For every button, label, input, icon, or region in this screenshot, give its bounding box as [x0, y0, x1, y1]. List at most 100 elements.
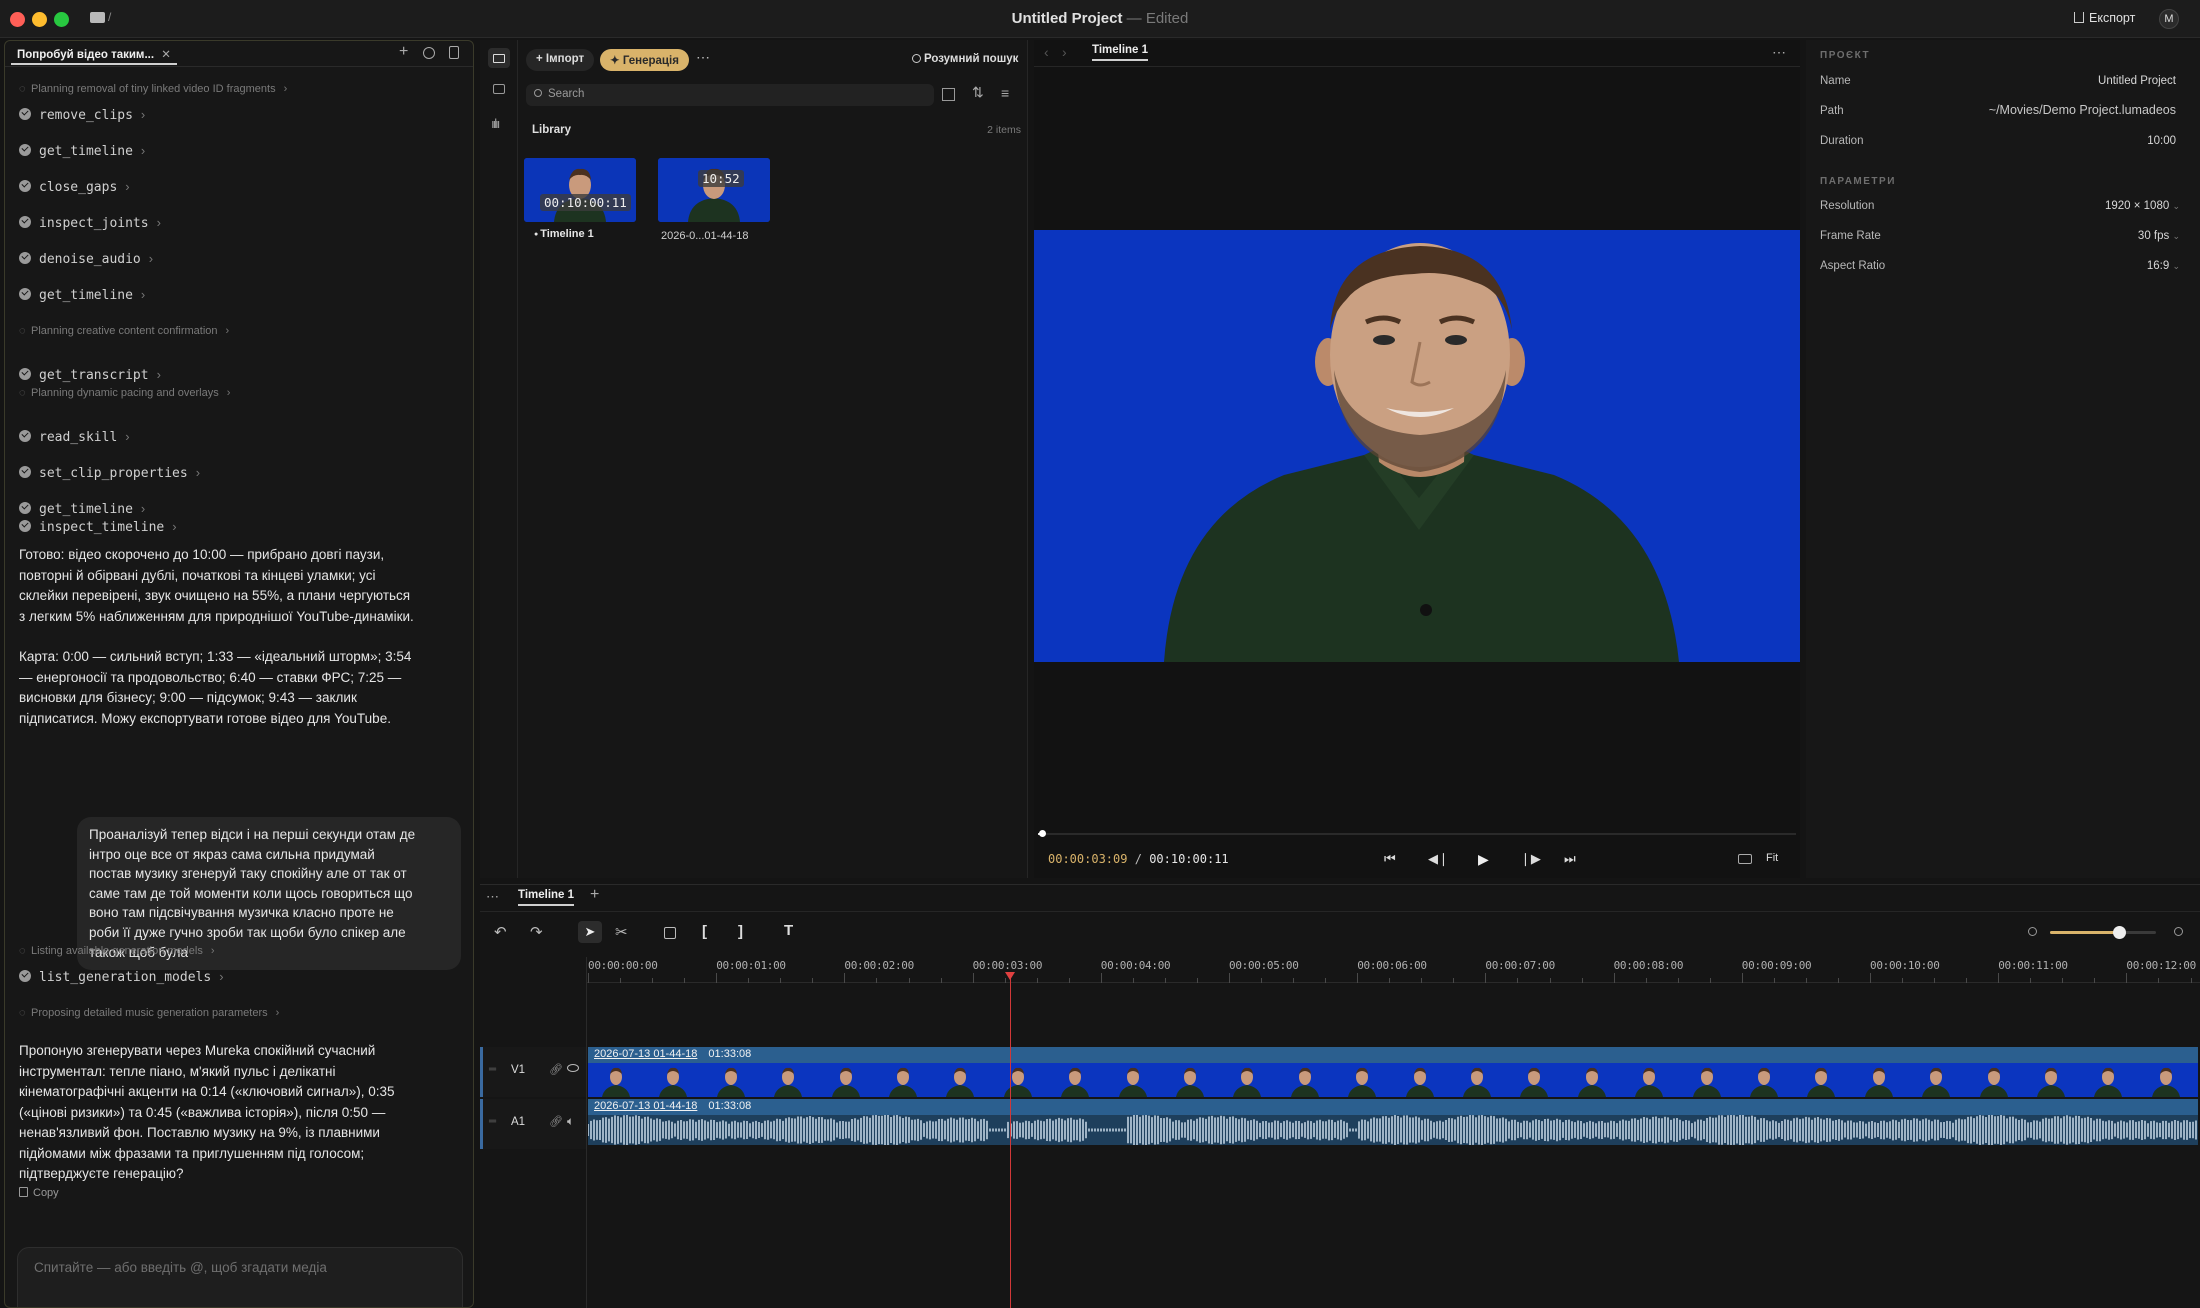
grid-view-icon[interactable]: [942, 88, 955, 101]
aspect-select[interactable]: 16:9 ⌄: [2147, 260, 2180, 272]
step-forward-icon[interactable]: ❘▶: [1520, 851, 1541, 867]
preview-scrubber[interactable]: [1038, 830, 1796, 837]
snapshot-icon[interactable]: [1738, 854, 1752, 864]
mark-out-icon[interactable]: ]: [738, 923, 743, 940]
thinking-step[interactable]: ◌ Planning dynamic pacing and overlays ›: [19, 387, 230, 399]
thinking-step[interactable]: ◌ Listing available generation models ›: [19, 945, 215, 957]
composer-input[interactable]: Спитайте — або введіть @, щоб згадати ме…: [34, 1260, 327, 1275]
video-clip-filmstrip[interactable]: [588, 1063, 2198, 1097]
chevron-right-icon: ›: [172, 519, 177, 534]
audio-waveform[interactable]: [588, 1115, 2198, 1145]
drag-handle-icon[interactable]: ═: [489, 1116, 496, 1127]
play-icon[interactable]: ▶: [1478, 851, 1489, 868]
zoom-in-icon[interactable]: [2174, 927, 2183, 936]
tool-call-step[interactable]: list_generation_models ›: [19, 969, 224, 985]
blade-tool-icon[interactable]: ✂: [615, 923, 628, 941]
check-icon: [19, 108, 31, 120]
history-icon[interactable]: [423, 47, 435, 59]
tool-call-step[interactable]: get_transcript ›: [19, 367, 161, 383]
filmstrip-frame: [1276, 1063, 1334, 1097]
add-timeline-icon[interactable]: +: [590, 886, 599, 904]
media-duration: 00:10:00:11: [540, 194, 631, 211]
preview-more-icon[interactable]: ⋯: [1772, 44, 1786, 61]
filter-icon[interactable]: ≡: [1001, 85, 1009, 101]
audio-wave-icon[interactable]: ıılıı: [491, 116, 500, 131]
fit-button[interactable]: Fit: [1766, 852, 1778, 864]
aspect-key: Aspect Ratio: [1820, 260, 1886, 272]
step-back-icon[interactable]: ◀❘: [1428, 851, 1449, 867]
preview-tab[interactable]: Timeline 1: [1092, 44, 1149, 61]
drag-handle-icon[interactable]: ═: [489, 1064, 496, 1075]
thinking-step[interactable]: ◌ Proposing detailed music generation par…: [19, 1007, 279, 1019]
ruler-tick: [1837, 978, 1839, 983]
tool-call-step[interactable]: get_timeline ›: [19, 287, 145, 303]
export-button[interactable]: Експорт: [2074, 11, 2135, 25]
redo-icon[interactable]: ↷: [530, 923, 543, 941]
avatar[interactable]: M: [2159, 9, 2179, 29]
tool-call-step[interactable]: remove_clips ›: [19, 107, 145, 123]
zoom-knob[interactable]: [2112, 926, 2126, 939]
sort-icon[interactable]: ⇅: [972, 84, 984, 101]
brain-icon: ◌: [19, 1007, 26, 1019]
video-clip-header[interactable]: 2026-07-13 01-44-18 01:33:08: [588, 1047, 2198, 1063]
media-item-timeline[interactable]: 00:10:00:11: [524, 158, 636, 222]
zoom-slider[interactable]: [2050, 926, 2156, 939]
link-icon[interactable]: 🔗︎: [549, 1115, 563, 1128]
message-line: підтверджуєте генерацію?: [19, 1166, 184, 1181]
thinking-step[interactable]: ◌ Planning removal of tiny linked video I…: [19, 83, 287, 95]
copy-button[interactable]: Copy: [19, 1187, 59, 1199]
audio-clip-header[interactable]: 2026-07-13 01-44-18 01:33:08: [588, 1099, 2198, 1115]
timeline-tab[interactable]: Timeline 1: [518, 889, 575, 906]
comment-icon[interactable]: [493, 84, 505, 94]
video-preview[interactable]: [1034, 230, 1800, 662]
select-tool-icon[interactable]: ➤: [578, 921, 602, 943]
window-title: Untitled Project — Edited: [1011, 10, 1189, 27]
smart-search-label: Розумний пошук: [924, 53, 1019, 65]
playhead[interactable]: [1010, 972, 1011, 1308]
notes-icon[interactable]: [449, 46, 459, 59]
new-chat-icon[interactable]: +: [399, 43, 408, 61]
tool-call-step[interactable]: set_clip_properties ›: [19, 465, 200, 481]
tool-call-step[interactable]: get_timeline ›: [19, 501, 145, 517]
text-tool-icon[interactable]: T: [784, 922, 793, 939]
chat-tab[interactable]: Попробуй відео таким... ✕: [11, 45, 177, 65]
chat-composer[interactable]: Спитайте — або введіть @, щоб згадати ме…: [17, 1247, 463, 1307]
scrubber-knob[interactable]: [1038, 830, 1046, 837]
filmstrip-frame: [875, 1063, 932, 1097]
nav-forward-icon[interactable]: ›: [1062, 44, 1067, 60]
resolution-select[interactable]: 1920 × 1080 ⌄: [2105, 200, 2180, 212]
nav-back-icon[interactable]: ‹: [1044, 44, 1049, 60]
generate-button[interactable]: ✦ Генерація: [600, 49, 689, 71]
split-icon[interactable]: [664, 927, 676, 939]
timeline-more-icon[interactable]: ⋯: [486, 889, 499, 905]
playhead-handle[interactable]: [1005, 972, 1015, 980]
undo-icon[interactable]: ↶: [494, 923, 507, 941]
tool-call-step[interactable]: close_gaps ›: [19, 179, 130, 195]
brain-icon: ◌: [19, 325, 26, 337]
tool-call-step[interactable]: read_skill ›: [19, 429, 130, 445]
skip-to-start-icon[interactable]: ⏮: [1384, 851, 1396, 867]
skip-to-end-icon[interactable]: ⏭: [1564, 851, 1576, 867]
smart-search-button[interactable]: Розумний пошук: [912, 53, 1018, 65]
tool-call-step[interactable]: inspect_joints ›: [19, 215, 161, 231]
tool-call-step[interactable]: inspect_timeline ›: [19, 519, 177, 535]
speaker-thumbnail: [524, 158, 636, 222]
import-button[interactable]: + Імпорт: [526, 49, 595, 71]
tool-call-step[interactable]: get_timeline ›: [19, 143, 145, 159]
more-options-icon[interactable]: ⋯: [696, 49, 710, 66]
eye-icon[interactable]: [567, 1064, 579, 1072]
tool-call-step[interactable]: denoise_audio ›: [19, 251, 153, 267]
media-search-input[interactable]: Search: [526, 84, 934, 106]
close-tab-icon[interactable]: ✕: [161, 49, 171, 61]
media-item-source[interactable]: 10:52: [658, 158, 770, 222]
audio-clip-name: 2026-07-13 01-44-18: [594, 1100, 698, 1112]
zoom-out-icon[interactable]: [2028, 927, 2037, 936]
speaker-icon[interactable]: 🔈︎: [567, 1114, 574, 1129]
framerate-select[interactable]: 30 fps ⌄: [2138, 230, 2180, 242]
media-folder-icon[interactable]: [488, 48, 510, 68]
thinking-step[interactable]: ◌ Planning creative content confirmation ›: [19, 325, 229, 337]
mark-in-icon[interactable]: [: [702, 923, 707, 940]
name-value[interactable]: Untitled Project: [2098, 75, 2176, 87]
time-ruler[interactable]: 00:00:00:00 00:00:01:00 00:00:02:00 00:00:0…: [586, 957, 2200, 983]
link-icon[interactable]: 🔗︎: [549, 1063, 563, 1076]
